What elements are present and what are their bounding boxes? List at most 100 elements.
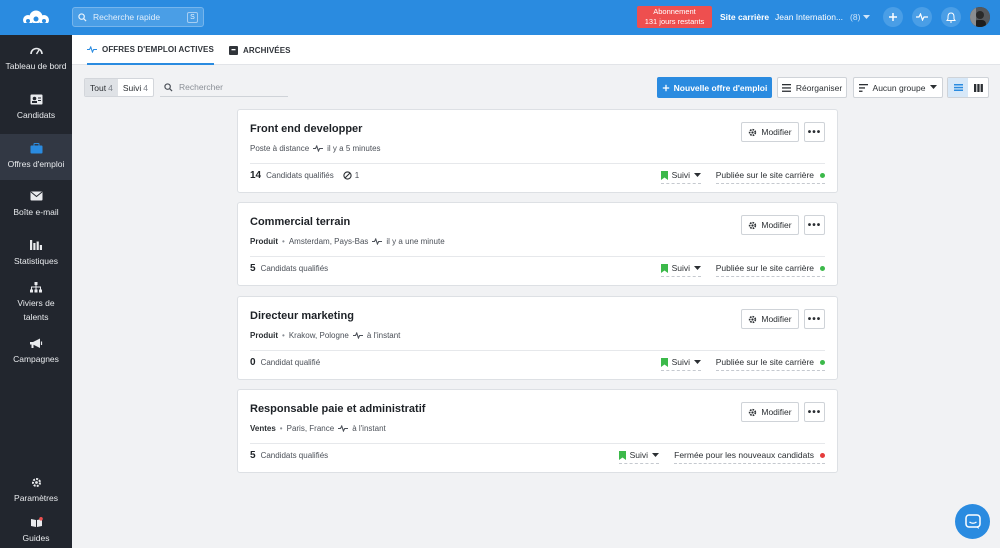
tabs-bar: OFFRES D'EMPLOI ACTIVES ARCHIVÉES	[72, 35, 1000, 65]
view-toggle	[947, 77, 989, 98]
qualified-candidates[interactable]: 5 Candidats qualifiés	[250, 263, 328, 274]
support-chat-button[interactable]	[955, 504, 990, 539]
subscription-badge[interactable]: Abonnement 131 jours restants	[637, 6, 712, 28]
filter-followed-button[interactable]: Suivi 4	[118, 79, 153, 96]
job-search-input[interactable]	[179, 82, 279, 92]
quick-search-input[interactable]: Recherche rapide S	[72, 7, 204, 27]
qualified-label: Candidats qualifiés	[266, 171, 334, 180]
edit-job-button[interactable]: Modifier	[741, 122, 799, 142]
sidebar-item-candidates[interactable]: Candidats	[0, 92, 72, 128]
sidebar-item-stats[interactable]: Statistiques	[0, 238, 72, 274]
search-icon	[164, 82, 173, 92]
job-meta: Ventes • Paris, France à l'instant	[250, 424, 386, 433]
sidebar-item-label: Statistiques	[14, 256, 58, 266]
bookmark-icon	[660, 170, 668, 180]
qualified-candidates[interactable]: 5 Candidats qualifiés	[250, 450, 328, 461]
sidebar-item-dashboard[interactable]: Tableau de bord	[0, 43, 72, 79]
job-card[interactable]: Responsable paie et administratif Ventes…	[237, 389, 838, 473]
sidebar-item-settings[interactable]: Paramètres	[0, 475, 72, 505]
bell-icon	[946, 11, 956, 22]
more-options-button[interactable]: •••	[804, 122, 825, 142]
follow-dropdown[interactable]: Suivi	[618, 450, 659, 464]
gear-icon	[31, 475, 42, 489]
edit-job-label: Modifier	[761, 220, 792, 230]
qualified-count: 5	[250, 263, 256, 274]
account-switcher[interactable]: Jean Internation... (8)	[775, 12, 871, 22]
group-lines-icon	[858, 83, 868, 92]
reorganize-label: Réorganiser	[795, 82, 843, 93]
job-title[interactable]: Responsable paie et administratif	[250, 403, 425, 415]
follow-dropdown[interactable]: Suivi	[660, 263, 701, 277]
publish-status-dropdown[interactable]: Publiée sur le site carrière	[715, 263, 825, 277]
megaphone-icon	[29, 336, 43, 350]
plus-icon	[662, 84, 669, 91]
publish-status-dropdown[interactable]: Publiée sur le site carrière	[715, 357, 825, 371]
job-card[interactable]: Commercial terrain Produit • Amsterdam, …	[237, 202, 838, 286]
briefcase-icon	[30, 141, 43, 155]
tab-archived-jobs[interactable]: ARCHIVÉES	[229, 35, 291, 65]
publish-status-dropdown[interactable]: Fermée pour les nouveaux candidats	[674, 450, 825, 464]
activity-pulse-icon	[352, 332, 363, 339]
gear-icon	[749, 128, 757, 136]
group-select-value: Aucun groupe	[872, 82, 926, 93]
add-button[interactable]	[883, 7, 903, 27]
qualified-candidates[interactable]: 0 Candidat qualifié	[250, 357, 320, 368]
job-title[interactable]: Directeur marketing	[250, 310, 354, 322]
more-options-button[interactable]: •••	[804, 215, 825, 235]
mail-icon	[30, 189, 43, 203]
qualified-candidates[interactable]: 14 Candidats qualifiés 1	[250, 170, 359, 181]
more-options-button[interactable]: •••	[804, 402, 825, 422]
user-avatar[interactable]	[970, 7, 990, 27]
activity-pulse-icon	[338, 425, 349, 432]
group-select[interactable]: Aucun groupe	[853, 77, 943, 98]
more-options-label: •••	[807, 126, 822, 138]
job-card[interactable]: Front end developper Poste à distance il…	[237, 109, 838, 193]
disqualified-count: 1	[354, 171, 360, 180]
candidates-icon	[30, 92, 43, 106]
qualified-label: Candidats qualifiés	[260, 451, 329, 460]
job-title[interactable]: Front end developper	[250, 123, 362, 135]
new-job-button[interactable]: Nouvelle offre d'emploi	[657, 77, 772, 98]
follow-dropdown[interactable]: Suivi	[660, 170, 701, 184]
more-options-button[interactable]: •••	[804, 309, 825, 329]
job-location: Poste à distance	[250, 144, 310, 153]
activity-button[interactable]	[912, 7, 932, 27]
board-view-button[interactable]	[968, 78, 988, 97]
meta-separator: •	[282, 237, 285, 246]
notifications-button[interactable]	[941, 7, 961, 27]
job-category: Ventes	[250, 424, 276, 433]
app-logo[interactable]	[0, 0, 72, 35]
sidebar-item-campaigns[interactable]: Campagnes	[0, 336, 72, 372]
job-last-activity: à l'instant	[352, 424, 386, 433]
chevron-down-icon	[930, 85, 938, 89]
sidebar-item-jobs[interactable]: Offres d'emploi	[0, 134, 72, 180]
chevron-down-icon	[694, 265, 701, 270]
edit-job-button[interactable]: Modifier	[741, 215, 799, 235]
card-divider	[250, 256, 825, 257]
sidebar-item-mailbox[interactable]: Boîte e-mail	[0, 189, 72, 225]
disqualified-icon	[343, 171, 352, 180]
subscription-days-left: 131 jours restants	[644, 17, 705, 26]
status-indicator-dot	[820, 452, 825, 458]
list-icon	[781, 83, 791, 92]
status-indicator-dot	[820, 172, 825, 178]
job-card[interactable]: Directeur marketing Produit • Krakow, Po…	[237, 296, 838, 380]
sidebar-item-talent-pools[interactable]: Viviers de talents	[0, 280, 72, 324]
edit-job-button[interactable]: Modifier	[741, 309, 799, 329]
edit-job-button[interactable]: Modifier	[741, 402, 799, 422]
publish-status-dropdown[interactable]: Publiée sur le site carrière	[715, 170, 825, 184]
filter-followed-count: 4	[143, 82, 148, 93]
career-site-link[interactable]: Site carrière	[720, 12, 769, 22]
tab-active-jobs[interactable]: OFFRES D'EMPLOI ACTIVES	[87, 35, 214, 65]
qualified-label: Candidat qualifié	[260, 358, 321, 367]
chevron-down-icon	[652, 452, 659, 457]
reorganize-button[interactable]: Réorganiser	[777, 77, 847, 98]
job-location: Paris, France	[286, 424, 335, 433]
sidebar-item-guides[interactable]: Guides	[0, 515, 72, 545]
job-title[interactable]: Commercial terrain	[250, 216, 350, 228]
filter-all-button[interactable]: Tout 4	[85, 79, 118, 96]
list-view-button[interactable]	[948, 78, 968, 97]
activity-pulse-icon	[916, 13, 928, 21]
follow-dropdown[interactable]: Suivi	[660, 357, 701, 371]
disqualified-count-wrap: 1	[343, 171, 359, 180]
